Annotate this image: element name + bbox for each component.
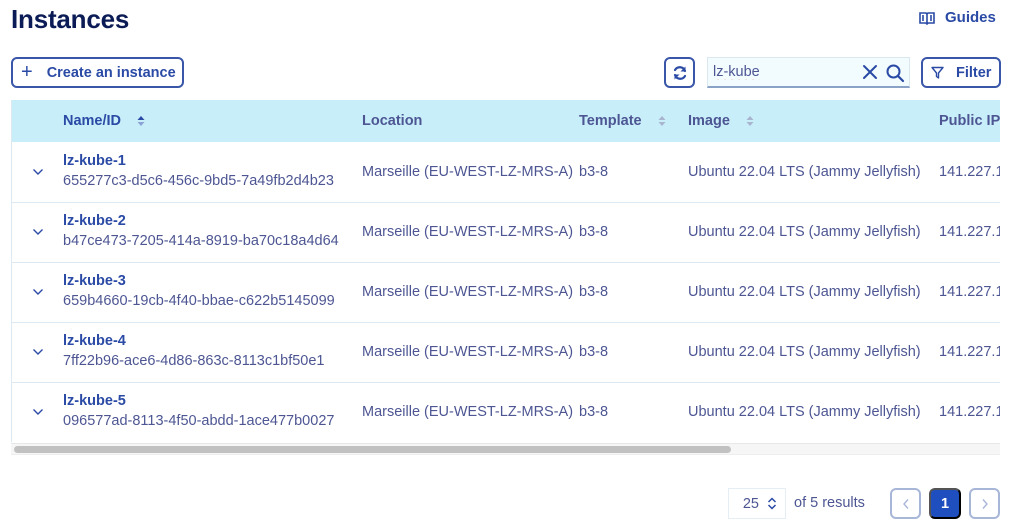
guides-link[interactable]: Guides xyxy=(919,9,996,26)
chevron-left-icon xyxy=(902,498,909,509)
next-page-button[interactable] xyxy=(969,488,1000,519)
create-instance-button[interactable]: + Create an instance xyxy=(11,57,184,88)
image-cell: Ubuntu 22.04 LTS (Jammy Jellyfish) xyxy=(688,224,921,240)
results-count: of 5 results xyxy=(794,495,865,511)
public-ip-cell: 141.227.1 xyxy=(939,224,1000,240)
updown-chevron-icon xyxy=(767,497,777,510)
column-header-template[interactable]: Template xyxy=(579,100,688,142)
location-cell: Marseille (EU-WEST-LZ-MRS-A) xyxy=(362,284,574,300)
column-header-expand xyxy=(12,100,63,142)
instance-name-link[interactable]: lz-kube-2 xyxy=(63,212,362,231)
expand-cell[interactable] xyxy=(12,262,63,322)
table-row[interactable]: lz-kube-2 b47ce473-7205-414a-8919-ba70c1… xyxy=(12,202,1000,262)
chevron-right-icon xyxy=(981,498,988,509)
page-size-value: 25 xyxy=(742,495,759,512)
location-cell: Marseille (EU-WEST-LZ-MRS-A) xyxy=(362,344,574,360)
expand-cell[interactable] xyxy=(12,322,63,382)
page-title: Instances xyxy=(11,4,130,34)
table-row[interactable]: lz-kube-1 655277c3-d5c6-456c-9bd5-7a49fb… xyxy=(12,142,1000,202)
scrollbar-thumb[interactable] xyxy=(14,446,731,453)
column-header-image[interactable]: Image xyxy=(688,100,939,142)
image-cell: Ubuntu 22.04 LTS (Jammy Jellyfish) xyxy=(688,344,921,360)
sort-icon[interactable] xyxy=(658,115,666,127)
previous-page-button[interactable] xyxy=(890,488,921,519)
refresh-button[interactable] xyxy=(664,57,695,88)
table-header-row: Name/ID Location Template Image Public I… xyxy=(12,100,1000,142)
search-input[interactable] xyxy=(713,64,858,80)
funnel-icon xyxy=(931,66,944,79)
name-id-cell: lz-kube-2 b47ce473-7205-414a-8919-ba70c1… xyxy=(63,202,362,262)
public-ip-cell: 141.227.1 xyxy=(939,284,1000,300)
book-icon xyxy=(919,11,935,25)
column-header-location: Location xyxy=(362,113,423,129)
expand-cell[interactable] xyxy=(12,202,63,262)
name-id-cell: lz-kube-4 7ff22b96-ace6-4d86-863c-8113c1… xyxy=(63,322,362,382)
name-id-cell: lz-kube-3 659b4660-19cb-4f40-bbae-c622b5… xyxy=(63,262,362,322)
name-id-cell: lz-kube-1 655277c3-d5c6-456c-9bd5-7a49fb… xyxy=(63,142,362,202)
instance-name-link[interactable]: lz-kube-5 xyxy=(63,392,362,411)
search-field[interactable] xyxy=(707,57,910,88)
instance-name-link[interactable]: lz-kube-4 xyxy=(63,332,362,351)
filter-label: Filter xyxy=(956,64,992,81)
template-cell: b3-8 xyxy=(579,163,609,180)
image-cell: Ubuntu 22.04 LTS (Jammy Jellyfish) xyxy=(688,404,921,420)
page-button-current[interactable]: 1 xyxy=(929,488,961,519)
expand-cell[interactable] xyxy=(12,142,63,202)
guides-label: Guides xyxy=(945,9,996,26)
sort-icon[interactable] xyxy=(746,115,754,127)
instance-name-link[interactable]: lz-kube-3 xyxy=(63,272,362,291)
public-ip-cell: 141.227.1 xyxy=(939,404,1000,420)
location-cell: Marseille (EU-WEST-LZ-MRS-A) xyxy=(362,224,574,240)
public-ip-cell: 141.227.1 xyxy=(939,344,1000,360)
instance-id: b47ce473-7205-414a-8919-ba70c18a4d64 xyxy=(63,233,339,249)
sort-icon[interactable] xyxy=(137,115,145,127)
chevron-down-icon[interactable] xyxy=(32,228,44,236)
instances-table: Name/ID Location Template Image Public I… xyxy=(11,100,1000,442)
public-ip-cell: 141.227.1 xyxy=(939,163,1000,180)
search-icon[interactable] xyxy=(885,63,905,83)
table-row[interactable]: lz-kube-3 659b4660-19cb-4f40-bbae-c622b5… xyxy=(12,262,1000,322)
template-cell: b3-8 xyxy=(579,284,609,300)
column-header-name-id[interactable]: Name/ID xyxy=(63,100,362,142)
location-cell: Marseille (EU-WEST-LZ-MRS-A) xyxy=(362,163,574,180)
table-row[interactable]: lz-kube-5 096577ad-8113-4f50-abdd-1ace47… xyxy=(12,382,1000,442)
page-size-select[interactable]: 25 xyxy=(728,488,786,519)
instance-id: 655277c3-d5c6-456c-9bd5-7a49fb2d4b23 xyxy=(63,172,334,189)
instance-id: 096577ad-8113-4f50-abdd-1ace477b0027 xyxy=(63,413,335,429)
chevron-down-icon[interactable] xyxy=(32,168,44,176)
create-instance-label: Create an instance xyxy=(46,64,176,81)
refresh-icon xyxy=(673,65,686,80)
chevron-down-icon[interactable] xyxy=(32,288,44,296)
template-cell: b3-8 xyxy=(579,224,609,240)
template-cell: b3-8 xyxy=(579,404,609,420)
image-cell: Ubuntu 22.04 LTS (Jammy Jellyfish) xyxy=(688,284,921,300)
column-header-public-ip: Public IP xyxy=(939,113,1000,129)
template-cell: b3-8 xyxy=(579,344,609,360)
horizontal-scrollbar[interactable] xyxy=(11,443,1000,455)
name-id-cell: lz-kube-5 096577ad-8113-4f50-abdd-1ace47… xyxy=(63,382,362,442)
instance-name-link[interactable]: lz-kube-1 xyxy=(63,152,362,171)
filter-button[interactable]: Filter xyxy=(921,57,1001,88)
instance-id: 7ff22b96-ace6-4d86-863c-8113c1bf50e1 xyxy=(63,353,325,369)
chevron-down-icon[interactable] xyxy=(32,348,44,356)
close-icon[interactable] xyxy=(861,63,879,81)
table-row[interactable]: lz-kube-4 7ff22b96-ace6-4d86-863c-8113c1… xyxy=(12,322,1000,382)
chevron-down-icon[interactable] xyxy=(32,408,44,416)
image-cell: Ubuntu 22.04 LTS (Jammy Jellyfish) xyxy=(688,163,921,180)
instance-id: 659b4660-19cb-4f40-bbae-c622b5145099 xyxy=(63,293,335,309)
plus-icon: + xyxy=(21,60,33,83)
location-cell: Marseille (EU-WEST-LZ-MRS-A) xyxy=(362,404,574,420)
expand-cell[interactable] xyxy=(12,382,63,442)
